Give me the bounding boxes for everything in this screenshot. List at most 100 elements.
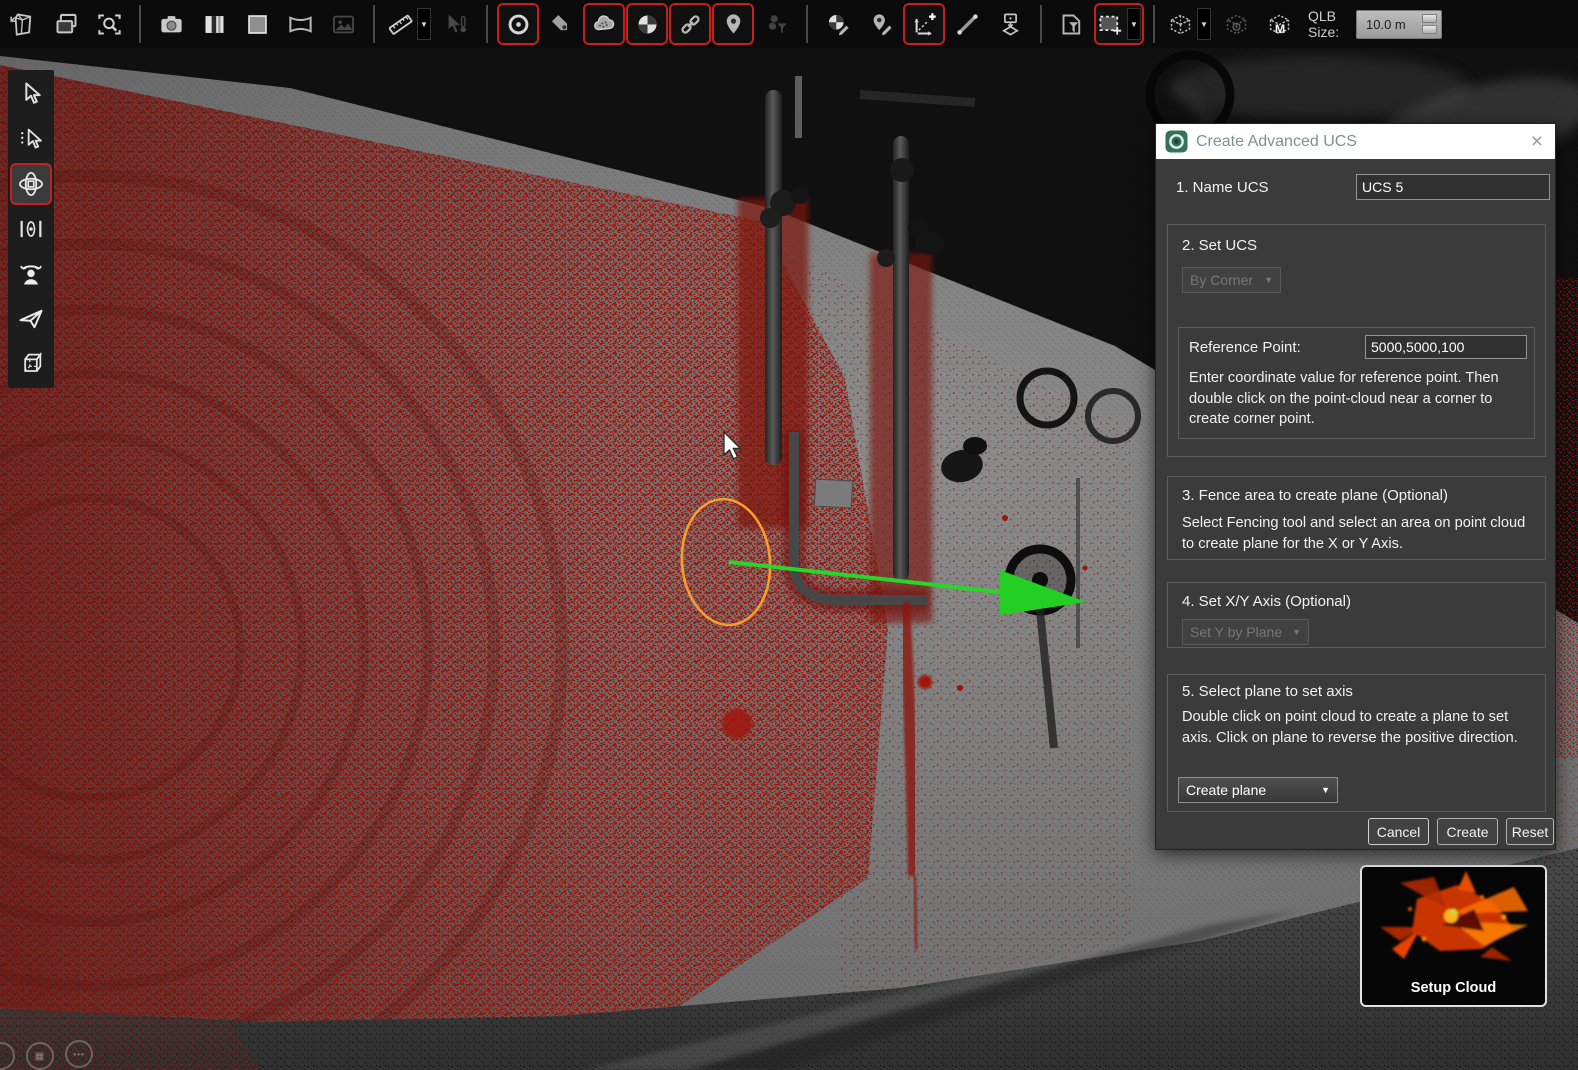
toolbar-group-selection-tools: ▼ bbox=[1053, 5, 1142, 43]
view-export-button[interactable] bbox=[991, 5, 1029, 43]
multi-select-tool-button[interactable] bbox=[12, 120, 50, 158]
dialog-titlebar[interactable]: Create Advanced UCS × bbox=[1156, 124, 1555, 159]
toolbar-group-capture-tools bbox=[152, 5, 362, 43]
cancel-button[interactable]: Cancel bbox=[1368, 818, 1429, 845]
name-ucs-input[interactable] bbox=[1356, 174, 1550, 200]
zoom-fit-icon bbox=[96, 11, 123, 38]
pan-tool-button[interactable] bbox=[12, 210, 50, 248]
qlb-cube-m-button[interactable]: M bbox=[1260, 5, 1298, 43]
point-info-button[interactable] bbox=[437, 5, 475, 43]
panorama-view-button[interactable] bbox=[281, 5, 319, 43]
scan-point-button[interactable] bbox=[499, 5, 537, 43]
view-cube-icon bbox=[17, 350, 45, 378]
location-pin-icon bbox=[720, 11, 747, 38]
split-view-icon bbox=[201, 11, 228, 38]
create-ucs-button[interactable] bbox=[905, 5, 943, 43]
chevron-down-icon: ▼ bbox=[1292, 627, 1301, 637]
fence-rect-button[interactable]: ▼ bbox=[1096, 5, 1142, 43]
scan-target-icon bbox=[1165, 130, 1188, 153]
set-ucs-group: 2. Set UCS By Corner ▼ Reference Point: … bbox=[1167, 224, 1546, 457]
set-axis-label: 4. Set X/Y Axis (Optional) bbox=[1182, 593, 1351, 610]
set-axis-group: 4. Set X/Y Axis (Optional) Set Y by Plan… bbox=[1167, 582, 1546, 648]
setup-cloud-preview bbox=[1362, 869, 1545, 973]
full-view-button[interactable] bbox=[238, 5, 276, 43]
link-measure-button[interactable] bbox=[671, 5, 709, 43]
location-pin-button[interactable] bbox=[714, 5, 752, 43]
look-around-tool-button[interactable] bbox=[12, 255, 50, 293]
keyboard-shortcuts-button[interactable]: ▦ bbox=[26, 1042, 54, 1070]
create-ucs-icon bbox=[911, 11, 938, 38]
orbit-tool-button[interactable] bbox=[12, 165, 50, 203]
fly-tool-button[interactable] bbox=[12, 300, 50, 338]
chevron-down-icon[interactable]: ▼ bbox=[1127, 8, 1141, 40]
fence-area-description: Select Fencing tool and select an area o… bbox=[1182, 513, 1534, 554]
select-plane-description: Double click on point cloud to create a … bbox=[1182, 707, 1534, 748]
set-axis-dropdown[interactable]: Set Y by Plane ▼ bbox=[1182, 619, 1309, 645]
zoom-fit-button[interactable] bbox=[90, 5, 128, 43]
look-around-icon bbox=[17, 260, 45, 288]
more-options-button[interactable]: ••• bbox=[65, 1040, 93, 1068]
select-tool-button[interactable] bbox=[12, 75, 50, 113]
chevron-down-icon: ▼ bbox=[1264, 275, 1273, 285]
toolbar-group-model-tools bbox=[4, 5, 128, 43]
reference-point-group: Reference Point: Enter coordinate value … bbox=[1178, 327, 1535, 439]
checker-target-button[interactable] bbox=[628, 5, 666, 43]
create-plane-dropdown[interactable]: Create plane ▼ bbox=[1178, 777, 1338, 803]
cloud-points-icon bbox=[591, 11, 618, 38]
measure-ruler-button[interactable]: ▼ bbox=[386, 5, 432, 43]
tag-annotation-button[interactable] bbox=[542, 5, 580, 43]
toolbar-group-qlb-tools: ▼M bbox=[1166, 5, 1298, 43]
link-measure-icon bbox=[677, 11, 704, 38]
export-model-button[interactable] bbox=[4, 5, 42, 43]
limit-box-button[interactable] bbox=[1053, 5, 1091, 43]
qlb-cube-view-button[interactable] bbox=[1217, 5, 1255, 43]
view-cube-tool-button[interactable] bbox=[12, 345, 50, 383]
split-view-button[interactable] bbox=[195, 5, 233, 43]
edit-pin-button[interactable] bbox=[862, 5, 900, 43]
create-button[interactable]: Create bbox=[1437, 818, 1498, 845]
reference-point-label: Reference Point: bbox=[1189, 339, 1301, 356]
fence-rect-icon bbox=[1097, 11, 1124, 38]
cloud-points-button[interactable] bbox=[585, 5, 623, 43]
full-view-icon bbox=[244, 11, 271, 38]
edit-checker-button[interactable] bbox=[819, 5, 857, 43]
setup-cloud-thumbnail[interactable]: Setup Cloud bbox=[1360, 865, 1547, 1007]
panorama-view-icon bbox=[287, 11, 314, 38]
reset-button[interactable]: Reset bbox=[1506, 818, 1554, 845]
cursor-select-icon bbox=[17, 80, 45, 108]
screenshot-camera-icon bbox=[158, 11, 185, 38]
chevron-down-icon: ▼ bbox=[1321, 785, 1330, 795]
export-model-icon bbox=[10, 11, 37, 38]
scan-point-icon bbox=[505, 11, 532, 38]
point-info-icon bbox=[443, 11, 470, 38]
set-ucs-dropdown[interactable]: By Corner ▼ bbox=[1182, 267, 1281, 293]
name-ucs-label: 1. Name UCS bbox=[1176, 179, 1269, 196]
tag-annotation-icon bbox=[548, 11, 575, 38]
qlb-cube-icon bbox=[1167, 11, 1194, 38]
top-toolbar: ▼▼▼MQLB Size:10.0 m bbox=[0, 0, 1578, 48]
filter-points-button[interactable] bbox=[757, 5, 795, 43]
cascade-views-button[interactable] bbox=[47, 5, 85, 43]
spinner-icon[interactable] bbox=[1422, 14, 1437, 34]
checker-target-icon bbox=[634, 11, 661, 38]
toolbar-separator bbox=[1040, 5, 1042, 43]
cursor-multi-icon bbox=[17, 125, 45, 153]
screenshot-button[interactable] bbox=[152, 5, 190, 43]
chevron-down-icon[interactable]: ▼ bbox=[417, 8, 431, 40]
toolbar-separator bbox=[139, 5, 141, 43]
toolbar-group-annotation-tools bbox=[499, 5, 795, 43]
qlb-size-input[interactable]: 10.0 m bbox=[1356, 10, 1442, 39]
qlb-size-label: QLB Size: bbox=[1308, 8, 1350, 40]
dialog-title: Create Advanced UCS bbox=[1196, 133, 1528, 151]
qlb-cube-view-icon bbox=[1223, 11, 1250, 38]
fence-area-group: 3. Fence area to create plane (Optional)… bbox=[1167, 476, 1546, 560]
view-export-icon bbox=[997, 11, 1024, 38]
close-icon[interactable]: × bbox=[1528, 131, 1546, 152]
qlb-cube-button[interactable]: ▼ bbox=[1166, 5, 1212, 43]
reference-point-input[interactable] bbox=[1365, 335, 1527, 359]
panorama-image-button[interactable] bbox=[324, 5, 362, 43]
chevron-down-icon[interactable]: ▼ bbox=[1197, 8, 1211, 40]
probe-rod-button[interactable] bbox=[948, 5, 986, 43]
probe-rod-icon bbox=[954, 11, 981, 38]
select-plane-group: 5. Select plane to set axis Double click… bbox=[1167, 674, 1546, 812]
